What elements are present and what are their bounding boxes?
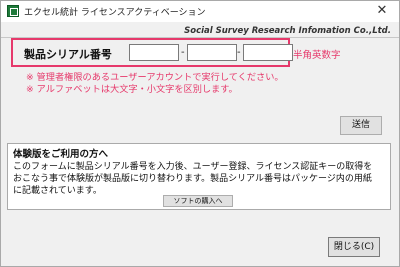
window-title: エクセル統計 ライセンスアクティベーション: [24, 8, 206, 18]
serial-input-part-2[interactable]: [187, 44, 237, 61]
company-name: Social Survey Research Infomation Co.,Lt…: [184, 26, 391, 36]
license-activation-window: エクセル統計 ライセンスアクティベーション ✕ Social Survey Re…: [0, 0, 400, 267]
send-button[interactable]: 送信: [340, 116, 382, 135]
excel-stats-app-icon: [7, 5, 19, 17]
title-bar: エクセル統計 ライセンスアクティベーション ✕: [1, 1, 399, 22]
serial-separator: -: [181, 47, 185, 58]
window-close-icon[interactable]: ✕: [365, 1, 399, 22]
buy-software-button[interactable]: ソフトの購入へ: [163, 195, 233, 207]
serial-input-part-3[interactable]: [243, 44, 293, 61]
case-sensitive-note: ※ アルファベットは大文字・小文字を区別します。: [26, 84, 238, 95]
serial-separator: -: [237, 47, 241, 58]
trial-info-title: 体験版をご利用の方へ: [13, 149, 109, 160]
serial-label-colon: :: [104, 46, 109, 59]
trial-info-text-line: に記載されています。: [13, 186, 102, 196]
serial-format-hint: 半角英数字: [293, 50, 341, 61]
serial-input-part-1[interactable]: [129, 44, 179, 61]
serial-number-label: 製品シリアル番号: [24, 48, 112, 61]
close-button[interactable]: 閉じる(C): [328, 237, 380, 257]
